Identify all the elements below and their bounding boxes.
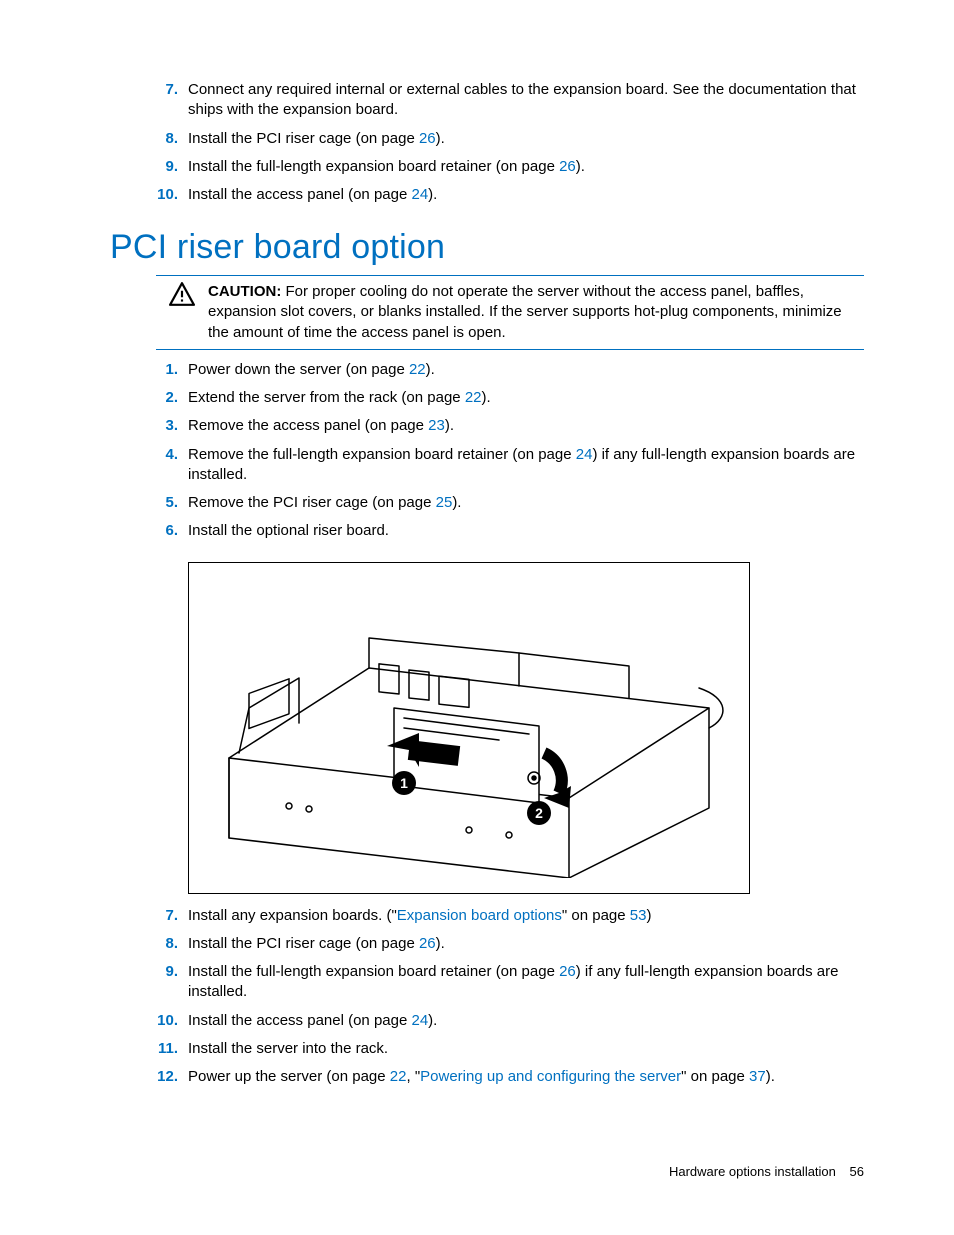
step-number: 4. bbox=[138, 445, 184, 465]
step-item: 8. Install the PCI riser cage (on page 2… bbox=[110, 934, 864, 954]
step-text: Install the server into the rack. bbox=[188, 1040, 388, 1057]
callout-1: 1 bbox=[400, 775, 408, 791]
page-link[interactable]: 37 bbox=[749, 1068, 766, 1085]
step-text: Install the access panel (on page 24). bbox=[188, 1012, 437, 1029]
step-text: Install the PCI riser cage (on page 26). bbox=[188, 130, 445, 147]
step-number: 8. bbox=[138, 129, 184, 149]
caution-icon bbox=[156, 282, 208, 343]
page-link[interactable]: 22 bbox=[465, 389, 482, 406]
step-item: 7. Install any expansion boards. ("Expan… bbox=[110, 906, 864, 926]
step-number: 2. bbox=[138, 388, 184, 408]
page-link[interactable]: 25 bbox=[436, 494, 453, 511]
step-text: Connect any required internal or externa… bbox=[188, 81, 856, 118]
step-item: 4. Remove the full-length expansion boar… bbox=[110, 445, 864, 486]
step-number: 11. bbox=[138, 1039, 184, 1059]
step-text: Remove the full-length expansion board r… bbox=[188, 446, 855, 483]
step-text: Install any expansion boards. ("Expansio… bbox=[188, 907, 651, 924]
step-item: 12. Power up the server (on page 22, "Po… bbox=[110, 1067, 864, 1087]
step-number: 10. bbox=[138, 185, 184, 205]
step-text: Install the optional riser board. bbox=[188, 522, 389, 539]
step-item: 7. Connect any required internal or exte… bbox=[110, 80, 864, 121]
caution-text: CAUTION: For proper cooling do not opera… bbox=[208, 282, 864, 343]
step-item: 9. Install the full-length expansion boa… bbox=[110, 962, 864, 1003]
caution-label: CAUTION: bbox=[208, 283, 281, 300]
step-number: 9. bbox=[138, 962, 184, 982]
step-text: Install the access panel (on page 24). bbox=[188, 186, 437, 203]
riser-board-diagram: 1 2 bbox=[188, 562, 750, 894]
step-number: 3. bbox=[138, 416, 184, 436]
page-link[interactable]: 22 bbox=[409, 361, 426, 378]
steps-procedure-bottom: 7. Install any expansion boards. ("Expan… bbox=[110, 906, 864, 1088]
step-item: 8. Install the PCI riser cage (on page 2… bbox=[110, 129, 864, 149]
step-number: 8. bbox=[138, 934, 184, 954]
step-item: 10. Install the access panel (on page 24… bbox=[110, 1011, 864, 1031]
step-number: 1. bbox=[138, 360, 184, 380]
page-link[interactable]: 26 bbox=[419, 130, 436, 147]
step-number: 12. bbox=[138, 1067, 184, 1087]
step-item: 1. Power down the server (on page 22). bbox=[110, 360, 864, 380]
page-link[interactable]: 26 bbox=[559, 963, 576, 980]
caution-block: CAUTION: For proper cooling do not opera… bbox=[156, 275, 864, 350]
page-link[interactable]: 53 bbox=[630, 907, 647, 924]
page-footer: Hardware options installation 56 bbox=[669, 1163, 864, 1181]
page-link[interactable]: 26 bbox=[419, 935, 436, 952]
section-heading: PCI riser board option bbox=[110, 225, 864, 271]
steps-top: 7. Connect any required internal or exte… bbox=[110, 80, 864, 205]
step-text: Remove the PCI riser cage (on page 25). bbox=[188, 494, 461, 511]
steps-procedure-top: 1. Power down the server (on page 22). 2… bbox=[110, 360, 864, 542]
step-number: 7. bbox=[138, 906, 184, 926]
chassis-illustration: 1 2 bbox=[209, 578, 729, 878]
page-link[interactable]: 24 bbox=[576, 446, 593, 463]
step-text: Remove the access panel (on page 23). bbox=[188, 417, 454, 434]
page-link[interactable]: 24 bbox=[411, 186, 428, 203]
step-item: 5. Remove the PCI riser cage (on page 25… bbox=[110, 493, 864, 513]
page-link[interactable]: 23 bbox=[428, 417, 445, 434]
step-item: 6. Install the optional riser board. bbox=[110, 521, 864, 541]
step-item: 11. Install the server into the rack. bbox=[110, 1039, 864, 1059]
step-number: 7. bbox=[138, 80, 184, 100]
caution-body: For proper cooling do not operate the se… bbox=[208, 283, 842, 341]
step-item: 9. Install the full-length expansion boa… bbox=[110, 157, 864, 177]
step-item: 3. Remove the access panel (on page 23). bbox=[110, 416, 864, 436]
step-text: Power down the server (on page 22). bbox=[188, 361, 435, 378]
step-text: Install the PCI riser cage (on page 26). bbox=[188, 935, 445, 952]
step-text: Power up the server (on page 22, "Poweri… bbox=[188, 1068, 775, 1085]
footer-page-number: 56 bbox=[850, 1164, 864, 1179]
xref-link[interactable]: Expansion board options bbox=[397, 907, 562, 924]
callout-2: 2 bbox=[535, 805, 543, 821]
step-number: 10. bbox=[138, 1011, 184, 1031]
step-number: 9. bbox=[138, 157, 184, 177]
step-text: Extend the server from the rack (on page… bbox=[188, 389, 491, 406]
step-text: Install the full-length expansion board … bbox=[188, 963, 838, 1000]
step-item: 2. Extend the server from the rack (on p… bbox=[110, 388, 864, 408]
step-number: 6. bbox=[138, 521, 184, 541]
page-link[interactable]: 24 bbox=[411, 1012, 428, 1029]
step-number: 5. bbox=[138, 493, 184, 513]
xref-link[interactable]: Powering up and configuring the server bbox=[420, 1068, 681, 1085]
footer-section: Hardware options installation bbox=[669, 1164, 836, 1179]
page-link[interactable]: 26 bbox=[559, 158, 576, 175]
page-link[interactable]: 22 bbox=[390, 1068, 407, 1085]
step-text: Install the full-length expansion board … bbox=[188, 158, 585, 175]
step-item: 10. Install the access panel (on page 24… bbox=[110, 185, 864, 205]
